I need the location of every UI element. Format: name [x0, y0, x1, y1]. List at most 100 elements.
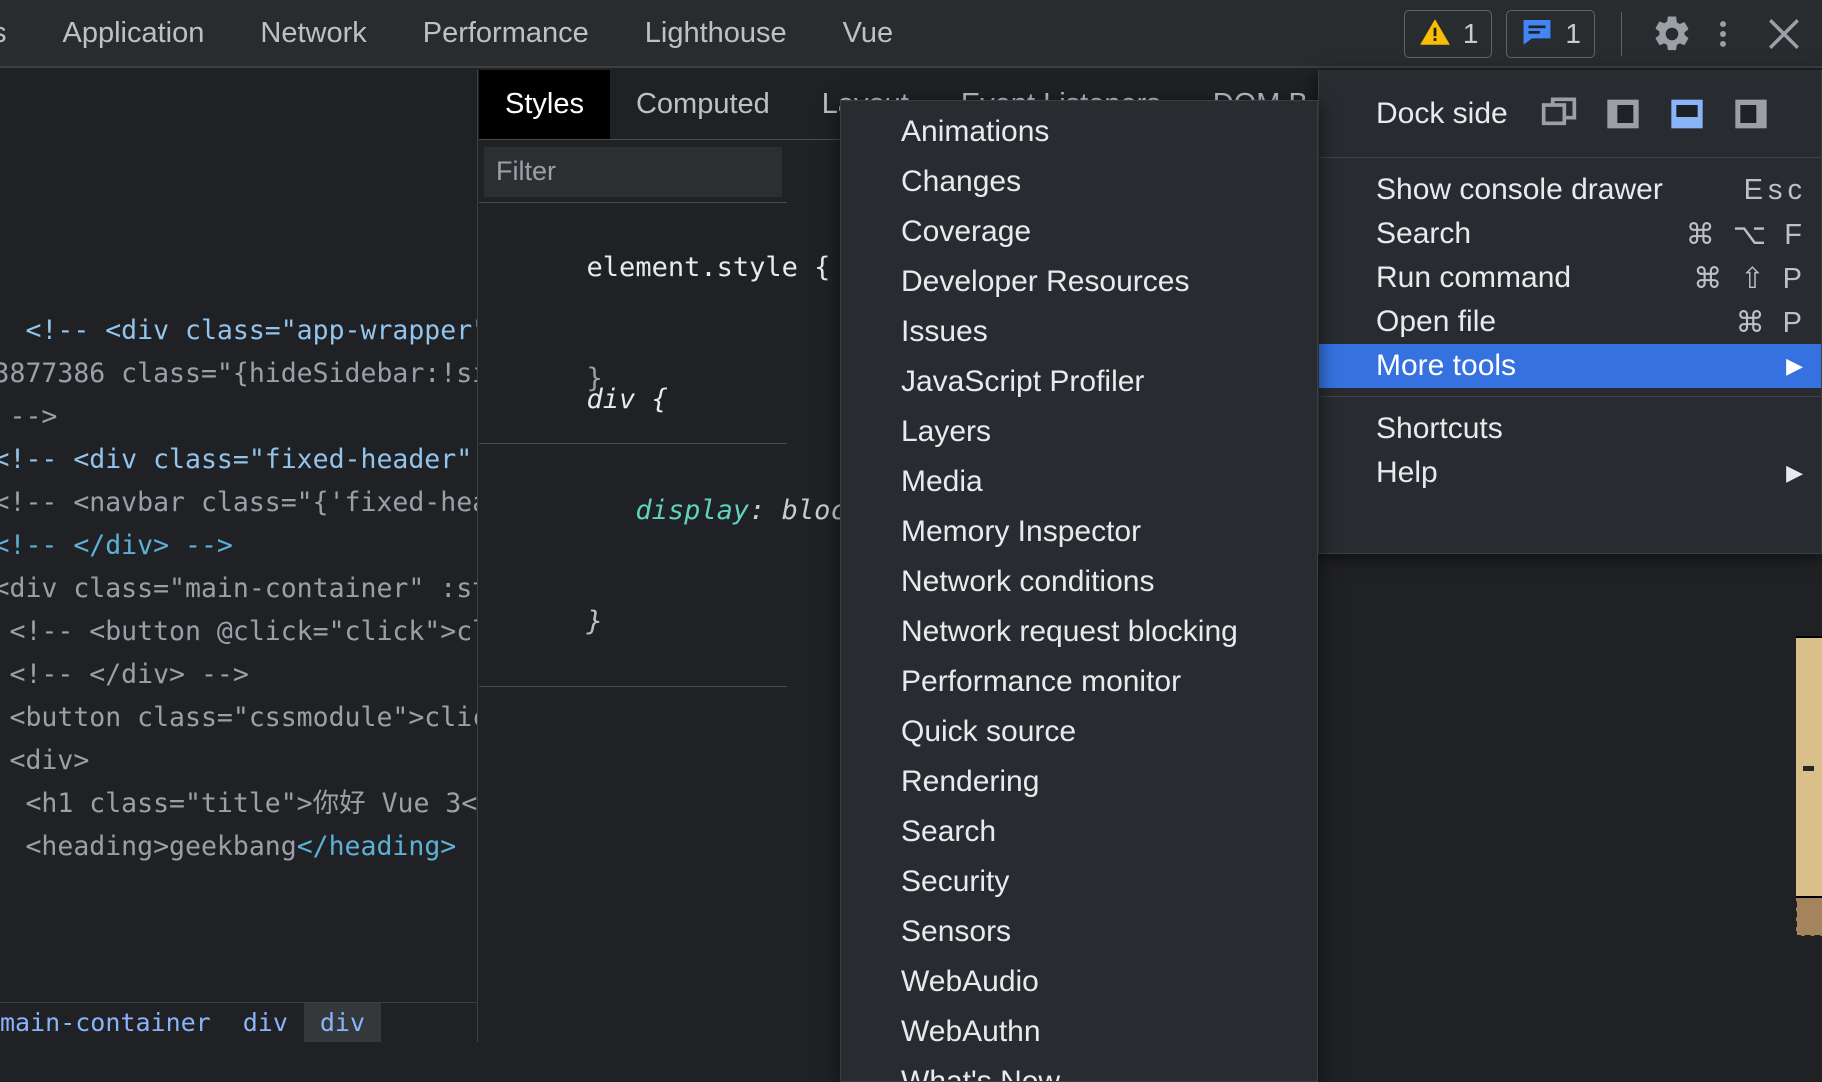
undock-into-separate-window-icon[interactable] [1538, 93, 1580, 135]
panel-tab-s[interactable]: s [0, 0, 35, 67]
menu-item-label: Help [1376, 456, 1438, 489]
menu-item-shortcuts[interactable]: Shortcuts [1319, 407, 1821, 451]
dock-side-options [1538, 93, 1772, 135]
dom-tree-line[interactable]: <!-- </div> --> [0, 653, 477, 696]
menu-item-more-tools[interactable]: More tools ▶ [1319, 344, 1821, 388]
submenu-item-webaudio[interactable]: WebAudio [841, 957, 1317, 1007]
code-token: <div class="main-container" :style="{wid… [0, 573, 477, 604]
close-x-icon[interactable] [1752, 6, 1816, 62]
menu-item-shortcut: ⌘ ⇧ P [1693, 262, 1807, 295]
submenu-item-issues[interactable]: Issues [841, 307, 1317, 357]
panel-tab-lighthouse[interactable]: Lighthouse [617, 0, 815, 67]
code-token: <!-- </div> --> [0, 530, 233, 561]
menu-item-search[interactable]: Search ⌘ ⌥ F [1319, 212, 1821, 256]
dom-tree-line[interactable]: <h1 class="title">你好 Vue 3</h1> [0, 782, 478, 825]
submenu-item-webauthn[interactable]: WebAuthn [841, 1007, 1317, 1057]
dock-side-row: Dock side [1319, 70, 1821, 158]
dom-tree-source: <!-- <div class="app-wrapper" data-v-138… [0, 266, 478, 868]
box-model-diagram [1795, 635, 1822, 937]
submenu-item-developer-resources[interactable]: Developer Resources [841, 257, 1317, 307]
dock-to-left-icon[interactable] [1602, 93, 1644, 135]
toolbar-divider [1621, 12, 1622, 56]
code-token: <!-- <div class="fixed-header" [0, 444, 473, 475]
code-token: 13877386 class="{hideSidebar:!sidebar, o… [0, 358, 477, 389]
submenu-item-rendering[interactable]: Rendering [841, 757, 1317, 807]
css-rule-div[interactable]: div { display: block; } [479, 335, 879, 687]
submenu-item-changes[interactable]: Changes [841, 157, 1317, 207]
submenu-item-javascript-profiler[interactable]: JavaScript Profiler [841, 357, 1317, 407]
css-property-name[interactable]: display [635, 495, 749, 526]
submenu-item-sensors[interactable]: Sensors [841, 907, 1317, 957]
panel-tab-network[interactable]: Network [232, 0, 394, 67]
message-count: 1 [1565, 18, 1581, 49]
dom-tree-line[interactable]: <!-- <button @click="click">click</butto… [0, 610, 477, 653]
menu-item-help[interactable]: Help ▶ [1319, 451, 1821, 495]
dom-tree-line[interactable]: <!-- <navbar class="{'fixed-header':fixe… [0, 481, 477, 524]
devtools-window: sApplicationNetworkPerformanceLighthouse… [0, 0, 1822, 1082]
breadcrumb-item[interactable]: div [227, 1003, 304, 1042]
dom-tree-line[interactable]: 13877386 class="{hideSidebar:!sidebar, o… [0, 352, 477, 395]
submenu-item-security[interactable]: Security [841, 857, 1317, 907]
submenu-item-animations[interactable]: Animations [841, 107, 1317, 157]
devtools-main-menu[interactable]: Dock side Show console drawer Esc Search ⌘ … [1318, 70, 1822, 554]
dom-tree-line[interactable]: <heading>geekbang</heading> [0, 825, 477, 868]
dom-tree-line[interactable]: <!-- </div> --> [0, 524, 477, 567]
gear-icon[interactable] [1644, 6, 1700, 62]
submenu-item-memory-inspector[interactable]: Memory Inspector [841, 507, 1317, 557]
styles-tab-styles[interactable]: Styles [479, 70, 610, 139]
menu-item-open-file[interactable]: Open file ⌘ P [1319, 300, 1821, 344]
submenu-item-network-conditions[interactable]: Network conditions [841, 557, 1317, 607]
css-rule-close: } [586, 606, 603, 637]
code-token: <!-- <button @click="click">click</butto… [9, 616, 477, 647]
submenu-item-search[interactable]: Search [841, 807, 1317, 857]
message-bubble-icon [1520, 15, 1554, 54]
more-tools-submenu[interactable]: Animations Changes Coverage Developer Resou… [840, 100, 1318, 1082]
panel-tab-vue[interactable]: Vue [815, 0, 922, 67]
dom-tree-line[interactable]: <!-- <div class="app-wrapper" data-v-138… [0, 309, 477, 352]
styles-tab-computed[interactable]: Computed [610, 70, 796, 139]
styles-filter-input[interactable] [484, 146, 782, 197]
box-model-padding-value [1803, 766, 1814, 771]
warning-badge[interactable]: 1 [1403, 10, 1493, 58]
breadcrumb-item[interactable]: div [303, 1003, 382, 1042]
code-token: <!-- </div> --> [9, 659, 249, 690]
submenu-item-what-s-new[interactable]: What's New [841, 1057, 1317, 1081]
submenu-item-media[interactable]: Media [841, 457, 1317, 507]
panel-tab-application[interactable]: Application [35, 0, 233, 67]
submenu-item-layers[interactable]: Layers [841, 407, 1317, 457]
code-token: </heading> [296, 831, 457, 862]
css-selector: div { [586, 384, 668, 415]
dom-tree-line[interactable] [0, 266, 477, 309]
menu-item-label: Show console drawer [1376, 173, 1663, 206]
elements-dom-tree-pane[interactable]: <!-- <div class="app-wrapper" data-v-138… [0, 70, 478, 1042]
dock-to-bottom-icon[interactable] [1666, 93, 1708, 135]
submenu-item-quick-source[interactable]: Quick source [841, 707, 1317, 757]
submenu-item-network-request-blocking[interactable]: Network request blocking [841, 607, 1317, 657]
panel-tabstrip: sApplicationNetworkPerformanceLighthouse… [0, 0, 921, 67]
breadcrumb: main-container div div [0, 1002, 477, 1042]
submenu-item-coverage[interactable]: Coverage [841, 207, 1317, 257]
message-badge[interactable]: 1 [1506, 10, 1595, 58]
dom-tree-line[interactable]: <button class="cssmodule">click</button> [0, 696, 477, 739]
menu-item-label: Open file [1376, 305, 1497, 338]
devtools-main-toolbar: sApplicationNetworkPerformanceLighthouse… [0, 0, 1822, 68]
code-token: <h1 class="title">你好 Vue 3</h1> [25, 788, 478, 819]
menu-item-run-command[interactable]: Run command ⌘ ⇧ P [1319, 256, 1821, 300]
submenu-item-performance-monitor[interactable]: Performance monitor [841, 657, 1317, 707]
dom-tree-line[interactable]: > --> [0, 395, 477, 438]
dom-tree-line[interactable]: <div> [0, 739, 477, 782]
menu-item-show-console-drawer[interactable]: Show console drawer Esc [1319, 168, 1821, 212]
code-token: <heading>geekbang [25, 831, 297, 862]
submenu-arrow-icon: ▶ [1786, 460, 1803, 485]
dom-tree-line[interactable]: <!-- <div class="fixed-header" data-v-13… [0, 438, 477, 481]
dock-to-right-icon[interactable] [1730, 93, 1772, 135]
breadcrumb-item[interactable]: main-container [0, 1003, 227, 1042]
menu-item-label: Shortcuts [1376, 412, 1503, 445]
menu-item-shortcut: ⌘ P [1735, 306, 1807, 339]
code-token: > --> [9, 401, 58, 432]
dom-tree-line[interactable]: <div class="main-container" :style="{wid… [0, 567, 477, 610]
main-menu-sections: Show console drawer Esc Search ⌘ ⌥ F Run com… [1319, 158, 1821, 503]
three-dots-vertical-icon[interactable] [1700, 6, 1746, 62]
panel-tab-performance[interactable]: Performance [395, 0, 617, 67]
